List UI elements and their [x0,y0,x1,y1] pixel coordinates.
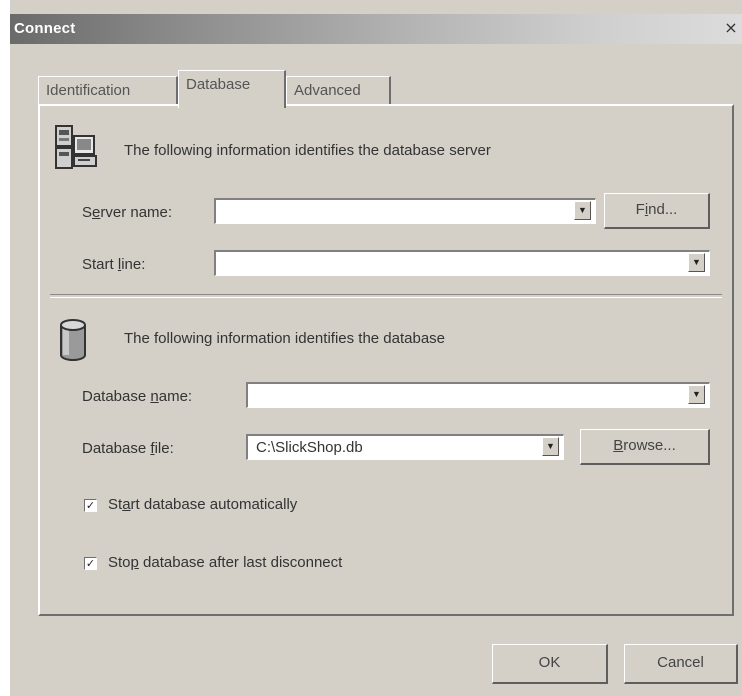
database-name-combobox[interactable]: ▼ [246,382,710,408]
database-name-label: Database name: [82,388,193,405]
database-file-label: Database file: [82,440,174,457]
connect-dialog: Connect × Identification Database Advanc… [8,0,742,696]
cancel-button[interactable]: Cancel [624,644,738,684]
server-name-combobox[interactable]: ▼ [214,198,596,224]
chevron-down-icon[interactable]: ▼ [574,201,591,220]
window-title: Connect [14,20,76,37]
tab-identification[interactable]: Identification [38,76,178,106]
server-name-label: Server name: [82,204,173,221]
chevron-down-icon[interactable]: ▼ [688,385,705,404]
title-bar[interactable]: Connect × [10,14,742,44]
section-divider [50,294,722,298]
database-cylinder-icon [60,319,86,361]
chevron-down-icon[interactable]: ▼ [688,253,705,272]
server-section-heading: The following information identifies the… [124,142,491,159]
tab-panel-database [38,104,734,616]
stop-database-label[interactable]: Stop database after last disconnect [108,554,342,571]
chevron-down-icon[interactable]: ▼ [542,437,559,456]
database-file-combobox[interactable]: C:\SlickShop.db ▼ [246,434,564,460]
browse-button[interactable]: Browse... [580,429,710,465]
start-database-checkbox[interactable]: ✓ [84,499,97,512]
database-section-heading: The following information identifies the… [124,330,446,347]
stop-database-checkbox[interactable]: ✓ [84,557,97,570]
server-computer-icon [55,125,97,169]
start-line-label: Start line: [82,256,146,273]
tab-database[interactable]: Database [178,70,286,108]
find-button[interactable]: Find... [604,193,710,229]
ok-button[interactable]: OK [492,644,608,684]
close-icon[interactable]: × [722,18,740,38]
start-line-combobox[interactable]: ▼ [214,250,710,276]
start-database-label[interactable]: Start database automatically [108,496,297,513]
tab-advanced[interactable]: Advanced [286,76,391,106]
database-file-value: C:\SlickShop.db [256,439,363,456]
